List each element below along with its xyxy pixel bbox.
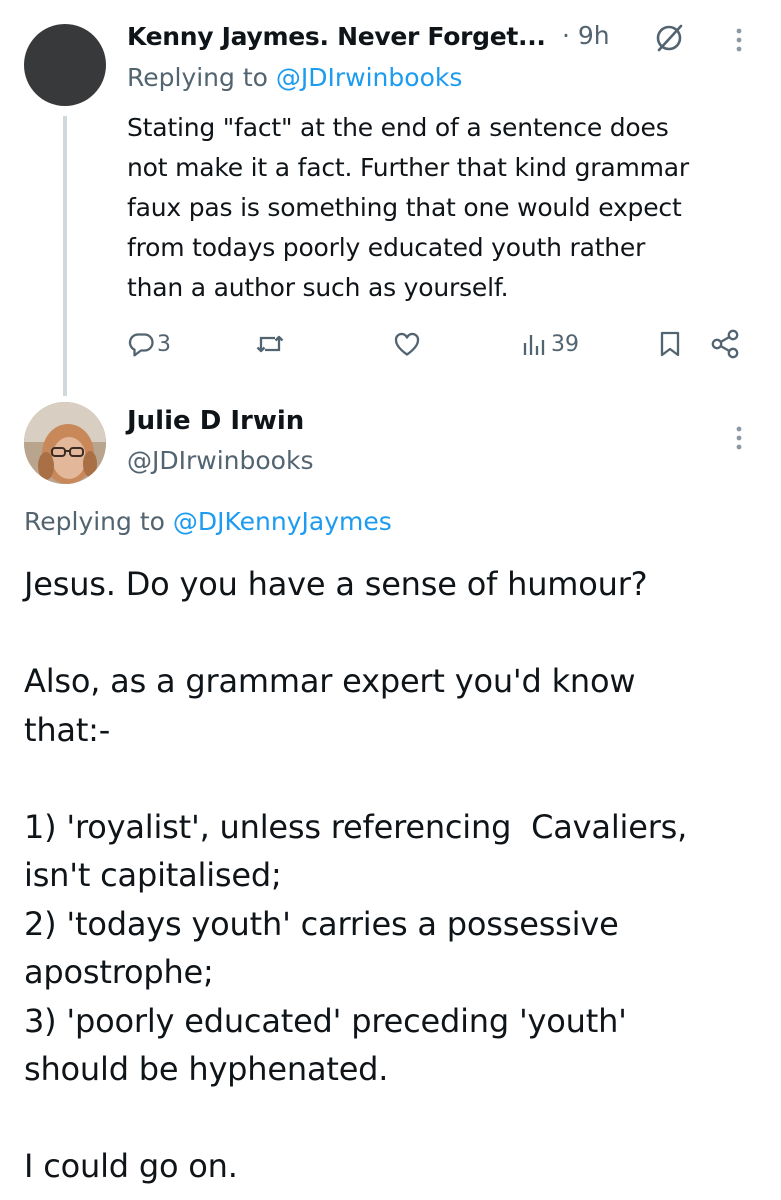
tweet-text: Jesus. Do you have a sense of humour? Al… xyxy=(24,565,688,1185)
replying-handle-link[interactable]: @DJKennyJaymes xyxy=(173,507,392,536)
bookmark-icon xyxy=(657,329,683,359)
views-count: 39 xyxy=(551,331,579,357)
avatar-kenny[interactable] xyxy=(24,24,106,106)
replying-to: Replying to @JDIrwinbooks xyxy=(127,63,462,92)
reply-count: 3 xyxy=(157,331,171,357)
author-name[interactable]: Kenny Jaymes. Never Forget... xyxy=(127,22,546,51)
more-icon[interactable] xyxy=(727,420,751,456)
avatar-julie[interactable] xyxy=(24,402,106,484)
replying-prefix: Replying to xyxy=(127,63,276,92)
replying-prefix: Replying to xyxy=(24,507,173,536)
replying-to: Replying to @DJKennyJaymes xyxy=(24,507,392,536)
bookmark-button[interactable] xyxy=(657,328,683,360)
like-button[interactable] xyxy=(392,328,422,360)
tweet-timestamp[interactable]: · 9h xyxy=(562,21,610,50)
repost-icon xyxy=(254,330,286,358)
replying-handle-link[interactable]: @JDIrwinbooks xyxy=(276,63,462,92)
author-name[interactable]: Julie D Irwin xyxy=(127,406,304,436)
reply-icon xyxy=(127,330,155,358)
share-button[interactable] xyxy=(709,328,741,360)
repost-button[interactable] xyxy=(254,328,286,360)
grok-icon[interactable] xyxy=(652,20,688,56)
views-button[interactable]: 39 xyxy=(520,328,579,360)
author-handle[interactable]: @JDIrwinbooks xyxy=(127,446,313,475)
thread-connector-line xyxy=(63,116,67,396)
more-icon[interactable] xyxy=(727,22,751,58)
like-icon xyxy=(392,330,422,358)
tweet-text: Stating "fact" at the end of a sentence … xyxy=(127,113,689,302)
share-icon xyxy=(709,328,741,360)
views-icon xyxy=(520,330,548,358)
reply-button[interactable]: 3 xyxy=(127,328,171,360)
